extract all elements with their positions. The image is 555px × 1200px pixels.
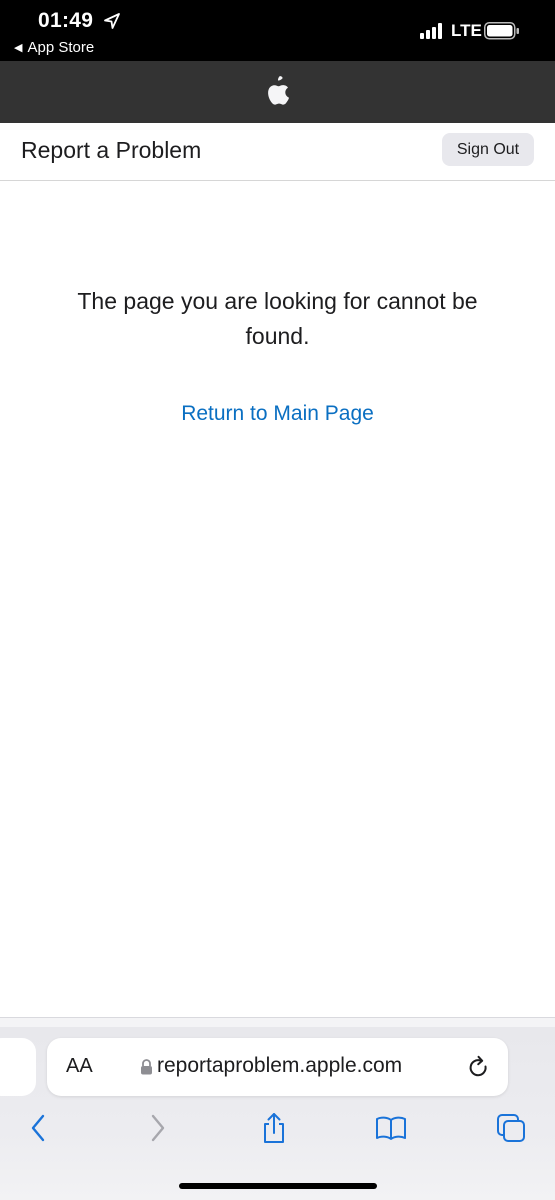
sign-out-button[interactable]: Sign Out bbox=[442, 133, 534, 166]
apple-logo-icon[interactable] bbox=[264, 76, 290, 107]
back-triangle-icon: ◀ bbox=[14, 42, 23, 54]
tabs-icon bbox=[497, 1114, 525, 1142]
location-arrow-icon bbox=[104, 13, 120, 29]
forward-arrow-icon bbox=[151, 1114, 165, 1142]
page-title: Report a Problem bbox=[21, 137, 202, 163]
safari-bottom-bar: AA reportaproblem.apple.com bbox=[0, 1027, 555, 1200]
previous-tab-preview[interactable] bbox=[0, 1038, 36, 1096]
url-text: reportaproblem.apple.com bbox=[157, 1054, 403, 1077]
error-message: The page you are looking for cannot be f… bbox=[77, 288, 478, 349]
toolbar-divider bbox=[0, 1017, 555, 1027]
share-icon bbox=[264, 1113, 284, 1143]
back-to-app-store-button[interactable]: ◀ App Store bbox=[14, 39, 94, 56]
bookmarks-button[interactable] bbox=[374, 1111, 408, 1145]
status-bar: 01:49 ◀ App Store LTE bbox=[0, 0, 555, 61]
back-button[interactable] bbox=[21, 1111, 55, 1145]
back-app-label: App Store bbox=[27, 39, 95, 56]
apple-global-nav bbox=[0, 61, 555, 123]
page-settings-button[interactable]: AA bbox=[66, 1055, 93, 1078]
share-button[interactable] bbox=[257, 1111, 291, 1145]
home-indicator bbox=[179, 1183, 377, 1189]
reload-icon[interactable] bbox=[468, 1055, 490, 1079]
screen: 01:49 ◀ App Store LTE Report a Problem S… bbox=[0, 0, 555, 1200]
network-type-label: LTE bbox=[451, 21, 482, 40]
lock-icon bbox=[141, 1059, 152, 1075]
signal-icon bbox=[420, 23, 442, 39]
bookmarks-icon bbox=[376, 1116, 406, 1140]
tabs-button[interactable] bbox=[494, 1111, 528, 1145]
text-size-label: AA bbox=[66, 1055, 93, 1077]
status-time: 01:49 bbox=[38, 9, 94, 32]
back-arrow-icon bbox=[31, 1114, 45, 1142]
return-to-main-page-link[interactable]: Return to Main Page bbox=[0, 402, 555, 426]
battery-icon bbox=[484, 22, 519, 40]
report-problem-header: Report a Problem Sign Out bbox=[0, 123, 555, 181]
address-bar[interactable]: AA reportaproblem.apple.com bbox=[47, 1038, 508, 1096]
forward-button[interactable] bbox=[141, 1111, 175, 1145]
